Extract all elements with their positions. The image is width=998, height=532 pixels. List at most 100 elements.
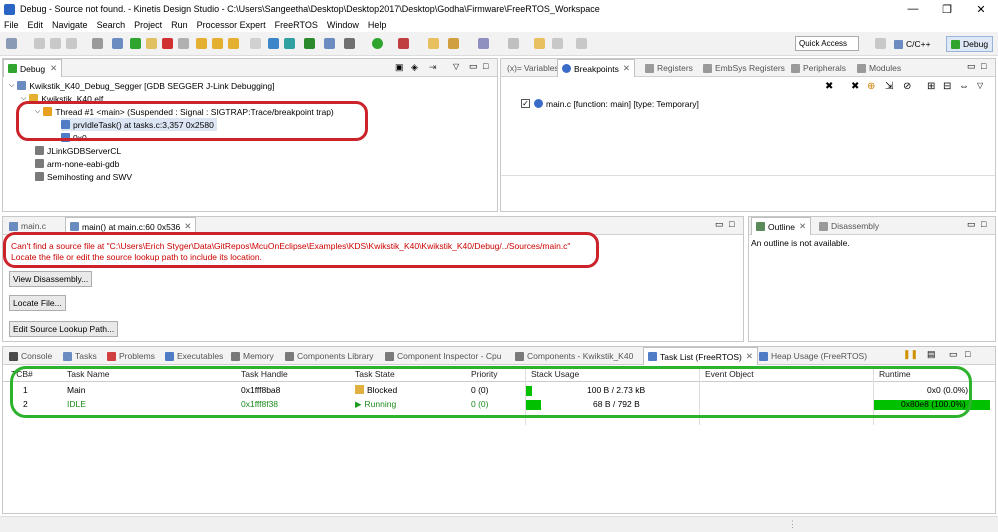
menu-file[interactable]: File [4,20,19,30]
edit-source-lookup-button[interactable]: Edit Source Lookup Path... [9,321,119,337]
minimize-view-icon[interactable]: ▭ [967,219,976,230]
step-filters-icon[interactable]: ⇥ [429,62,437,73]
tab-modules[interactable]: Modules [853,59,905,77]
step-into-icon[interactable] [196,38,207,49]
gear-icon[interactable] [344,38,355,49]
run-icon[interactable] [372,38,383,49]
tree-gdb[interactable]: arm-none-eabi-gdb [35,157,119,170]
maximize-view-icon[interactable]: □ [965,349,970,359]
resume-icon[interactable] [130,38,141,49]
tab-variables[interactable]: (x)= Variables [503,59,563,77]
menu-navigate[interactable]: Navigate [52,20,88,30]
open-perspective-icon[interactable] [875,38,886,49]
minimize-view-icon[interactable]: ▭ [949,349,958,360]
close-icon[interactable]: ✕ [799,221,806,232]
maximize-view-icon[interactable]: □ [729,219,734,229]
tab-breakpoints[interactable]: Breakpoints ✕ [557,59,636,77]
save-all-icon[interactable] [50,38,61,49]
close-icon[interactable]: ✕ [746,351,753,362]
tab-problems[interactable]: Problems [103,347,159,365]
tab-debug[interactable]: Debug ✕ [3,59,63,77]
tab-registers[interactable]: Registers [641,59,697,77]
close-icon[interactable]: ✕ [623,63,630,74]
debug-icon[interactable] [324,38,335,49]
disconnect-icon[interactable] [178,38,189,49]
menu-window[interactable]: Window [327,20,359,30]
save-icon[interactable] [34,38,45,49]
instruction-stepping-icon[interactable] [250,38,261,49]
restart-icon[interactable] [268,38,279,49]
skip-breakpoints-icon[interactable] [112,38,123,49]
breakpoint-entry[interactable]: ✓ main.c [function: main] [type: Tempora… [521,97,699,110]
view-disassembly-button[interactable]: View Disassembly... [9,271,93,287]
menu-run[interactable]: Run [171,20,188,30]
minimize-view-icon[interactable]: ▭ [967,61,976,72]
tab-outline[interactable]: Outline ✕ [751,217,812,235]
disconnect-icon[interactable]: ◈ [411,62,418,73]
tab-embsys-registers[interactable]: EmbSys Registers [699,59,789,77]
save-icon[interactable]: ▤ [927,349,936,360]
remove-breakpoint-icon[interactable]: ✖ [825,81,833,92]
breakpoint-checkbox[interactable]: ✓ [521,99,530,108]
maximize-view-icon[interactable]: □ [981,219,986,229]
annotation-next-icon[interactable] [508,38,519,49]
tab-console[interactable]: Console [5,347,56,365]
perspective-debug[interactable]: Debug [946,36,994,52]
tab-components-library[interactable]: Components Library [281,347,378,365]
minimize-view-icon[interactable]: ▭ [715,219,724,230]
tree-launch[interactable]: ⌵ Kwikstik_K40_Debug_Segger [GDB SEGGER … [9,79,275,92]
minimize-button[interactable]: — [896,0,930,18]
collapse-arrow-icon[interactable]: ⌵ [9,82,14,90]
menu-project[interactable]: Project [134,20,162,30]
show-supported-icon[interactable]: ⊕ [867,81,875,92]
last-edit-icon[interactable] [576,38,587,49]
tree-jlink[interactable]: JLinkGDBServerCL [35,144,121,157]
tab-tasks[interactable]: Tasks [59,347,101,365]
goto-file-icon[interactable]: ⇲ [885,81,893,92]
maximize-view-icon[interactable]: □ [483,61,488,71]
perspective-cpp[interactable]: C/C++ [890,36,935,52]
tab-memory[interactable]: Memory [227,347,278,365]
menu-freertos[interactable]: FreeRTOS [275,20,318,30]
print-icon[interactable] [66,38,77,49]
tab-task-list[interactable]: Task List (FreeRTOS) ✕ [643,347,758,365]
collapse-all-icon[interactable]: ⊟ [943,81,951,92]
external-tools-icon[interactable] [398,38,409,49]
suspend-icon[interactable] [146,38,157,49]
close-button[interactable]: ✕ [964,0,998,18]
close-icon[interactable]: ✕ [50,63,57,74]
link-icon[interactable]: ⇔ [959,81,969,92]
maximize-button[interactable]: ❐ [930,0,964,18]
pause-icon[interactable]: ❚❚ [903,349,918,360]
minimize-view-icon[interactable]: ▭ [469,61,478,72]
tab-component-inspector[interactable]: Component Inspector - Cpu [381,347,505,365]
back-icon[interactable] [534,38,545,49]
remove-all-breakpoints-icon[interactable]: ✖ [851,81,859,92]
tab-peripherals[interactable]: Peripherals [787,59,850,77]
expand-all-icon[interactable]: ⊞ [927,81,935,92]
tab-components[interactable]: Components - Kwikstik_K40 [511,347,637,365]
step-return-icon[interactable] [228,38,239,49]
collapse-icon[interactable]: ▣ [395,62,404,73]
maximize-view-icon[interactable]: □ [981,61,986,71]
reset-icon[interactable] [284,38,295,49]
new-icon[interactable] [6,38,17,49]
quick-access-input[interactable]: Quick Access [795,36,859,51]
step-over-icon[interactable] [212,38,223,49]
view-menu-icon[interactable]: ▽ [453,62,459,71]
tab-disassembly[interactable]: Disassembly [815,217,883,235]
pen-icon[interactable] [478,38,489,49]
tab-heap-usage[interactable]: Heap Usage (FreeRTOS) [755,347,871,365]
menu-processor-expert[interactable]: Processor Expert [197,20,266,30]
skip-all-icon[interactable]: ⊘ [903,81,911,92]
tree-semihosting[interactable]: Semihosting and SWV [35,170,132,183]
forward-icon[interactable] [552,38,563,49]
search-icon[interactable] [448,38,459,49]
view-menu-icon[interactable]: ▽ [977,81,983,90]
locate-file-button[interactable]: Locate File... [9,295,66,311]
open-folder-icon[interactable] [428,38,439,49]
menu-help[interactable]: Help [368,20,387,30]
connect-icon[interactable] [304,38,315,49]
close-icon[interactable]: ✕ [184,221,191,232]
build-icon[interactable] [92,38,103,49]
